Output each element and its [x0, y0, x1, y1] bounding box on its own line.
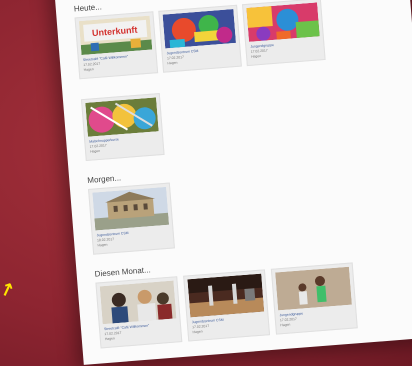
event-place: Hagen	[251, 53, 262, 59]
event-card[interactable]: Jugendzentrum CSM 17.02.2017 Hagen	[158, 4, 242, 73]
event-thumbnail[interactable]	[187, 273, 265, 318]
event-date: 17.02.2017	[83, 61, 101, 67]
event-thumbnail[interactable]	[85, 97, 159, 137]
event-date: 17.02.2017	[250, 48, 268, 54]
event-date: 17.02.2017	[104, 330, 122, 337]
event-thumbnail[interactable]	[275, 266, 352, 311]
event-card[interactable]: Malschnupperkurse 17.02.2017 Hagen	[80, 93, 165, 162]
event-place: Hagen	[97, 242, 108, 248]
event-thumbnail[interactable]	[92, 186, 170, 231]
event-thumbnail[interactable]	[162, 8, 237, 49]
event-thumbnail[interactable]: Unterkunft	[78, 15, 153, 56]
event-date: 17.02.2017	[166, 55, 185, 61]
event-card[interactable]: Jugendzentrum CSM 17.02.2017 Hagen	[183, 269, 271, 342]
section-heading-this-month: Diesen Monat...	[94, 265, 151, 279]
event-place: Hagen	[89, 148, 101, 154]
event-card[interactable]: Jugendzentrum CSM 18.02.2017 Hagen	[88, 182, 175, 255]
event-card[interactable]: Jungendgruppe 17.02.2017 Hagen	[242, 0, 326, 67]
arrow-icon: ↗	[0, 278, 19, 304]
event-place: Hagen	[104, 336, 115, 342]
event-listing-page: Heute... Unterkunft Streetcafé "Café Wil…	[54, 0, 412, 365]
event-date: 18.02.2017	[96, 237, 115, 243]
event-card[interactable]: Jungendgruppe 17.02.2017 Hagen	[270, 262, 358, 335]
event-date: 17.02.2017	[192, 323, 210, 330]
event-place: Hagen	[83, 67, 94, 72]
event-place: Hagen	[280, 322, 291, 328]
section-heading-tomorrow: Morgen...	[87, 173, 122, 185]
event-date: 17.02.2017	[89, 143, 107, 149]
event-title[interactable]: Streetcafé "Café Willkommen"	[104, 324, 150, 332]
event-title[interactable]: Streetcafé "Café Willkommen"	[83, 54, 129, 62]
event-card[interactable]: Streetcafé "Café Willkommen" 17.02.2017 …	[95, 276, 183, 349]
event-place: Hagen	[167, 60, 178, 66]
event-thumbnail[interactable]	[99, 280, 177, 325]
section-heading-today: Heute...	[73, 2, 103, 14]
event-place: Hagen	[192, 329, 203, 335]
event-card[interactable]: Unterkunft Streetcafé "Café Willkommen" …	[74, 11, 159, 80]
event-thumbnail[interactable]	[246, 2, 320, 42]
event-date: 17.02.2017	[279, 316, 298, 323]
